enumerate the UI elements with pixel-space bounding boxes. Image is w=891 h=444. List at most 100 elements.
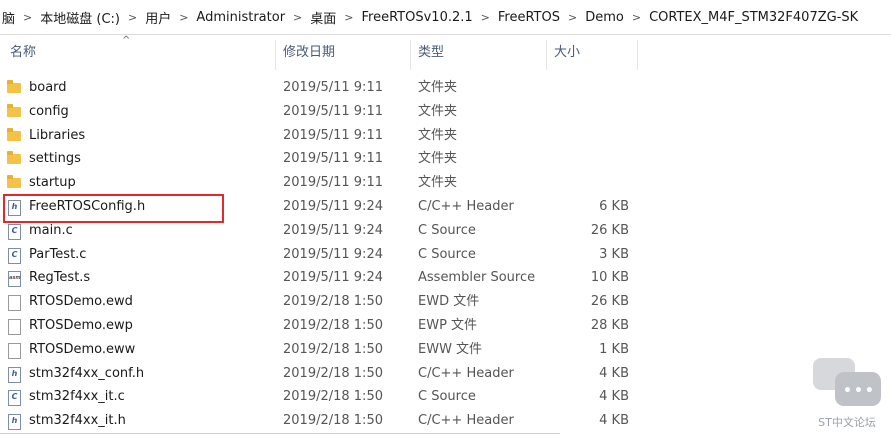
file-size: 4 KB [599, 365, 629, 381]
file-size: 3 KB [599, 246, 629, 262]
folder-icon [6, 103, 22, 120]
file-name: config [29, 103, 69, 119]
file-name: RegTest.s [29, 270, 91, 286]
file-type: Assembler Source [418, 270, 536, 286]
file-date: 2019/2/18 1:50 [283, 341, 383, 357]
list-item[interactable]: asm RegTest.s 2019/5/11 9:24 Assembler Sour… [0, 266, 891, 290]
file-name: RTOSDemo.ewd [29, 294, 133, 310]
folder-icon [6, 80, 22, 96]
list-item[interactable]: RTOSDemo.ewp 2019/2/18 1:50 EWP 文件 28 KB [0, 314, 891, 338]
file-date: 2019/2/18 1:50 [283, 317, 383, 333]
breadcrumb-item[interactable]: 桌面 [308, 8, 342, 27]
file-date: 2019/2/18 1:50 [283, 413, 383, 429]
c-file-glyph: C [8, 390, 21, 407]
h-file-glyph: h [8, 366, 21, 383]
c-file-glyph: C [8, 223, 21, 240]
column-header-size[interactable]: 大小 [554, 34, 580, 70]
file-date: 2019/2/18 1:50 [283, 389, 383, 405]
c-file-icon: C [6, 389, 22, 407]
breadcrumb-separator-icon: > [23, 10, 33, 24]
file-name: startup [29, 175, 76, 191]
list-item[interactable]: settings 2019/5/11 9:11 文件夹 [0, 147, 891, 171]
file-list: board 2019/5/11 9:11 文件夹 config 2019/5/11 9… [0, 76, 891, 433]
file-type: 文件夹 [418, 127, 458, 143]
file-date: 2019/5/11 9:24 [283, 270, 383, 286]
file-type: 文件夹 [418, 80, 458, 95]
file-name: stm32f4xx_it.h [29, 413, 126, 429]
plain-file-icon [6, 342, 22, 359]
file-date: 2019/5/11 9:11 [283, 103, 383, 119]
file-size: 4 KB [599, 389, 629, 405]
file-size: 26 KB [590, 222, 629, 238]
column-header-type[interactable]: 类型 [418, 34, 444, 70]
file-type: 文件夹 [418, 151, 458, 167]
folder-icon [6, 151, 22, 167]
file-name: RTOSDemo.eww [29, 341, 136, 357]
list-item[interactable]: h stm32f4xx_it.h 2019/2/18 1:50 C/C++ Heade… [0, 409, 891, 433]
file-name: Libraries [29, 127, 86, 143]
list-item[interactable]: config 2019/5/11 9:11 文件夹 [0, 100, 891, 124]
breadcrumb-item[interactable]: CORTEX_M4F_STM32F407ZG-SK [647, 10, 864, 25]
file-date: 2019/5/11 9:24 [283, 222, 383, 238]
folder-icon [6, 127, 22, 144]
address-bar[interactable]: 脑 > 本地磁盘 (C:) > 用户 > Administrator > 桌面 > Fre… [0, 0, 891, 35]
highlight-box [3, 194, 224, 223]
column-divider[interactable] [410, 40, 411, 70]
file-name: stm32f4xx_it.c [29, 389, 125, 405]
h-file-icon: h [6, 413, 22, 431]
file-date: 2019/5/11 9:11 [283, 175, 383, 191]
file-size: 6 KB [599, 198, 629, 214]
watermark-text: ST中文论坛 [818, 416, 876, 429]
file-size: 1 KB [599, 341, 629, 357]
file-date: 2019/5/11 9:24 [283, 246, 383, 262]
file-name: stm32f4xx_conf.h [29, 365, 145, 381]
breadcrumb-separator-icon: > [179, 10, 189, 24]
column-header-date[interactable]: 修改日期 [283, 34, 335, 70]
list-item[interactable]: C ParTest.c 2019/5/11 9:24 C Source 3 KB [0, 243, 891, 267]
breadcrumb-separator-icon: > [567, 10, 578, 24]
list-item[interactable]: Cstm32f4xx_it.c 2019/2/18 1:50 C Source 4 K… [0, 385, 891, 409]
divider [0, 433, 560, 434]
breadcrumb-item[interactable]: 本地磁盘 (C:) [38, 8, 126, 27]
list-item[interactable]: h stm32f4xx_conf.h 2019/2/18 1:50 C/C++ Hea… [0, 362, 891, 386]
column-header-name[interactable]: 名称 [10, 34, 36, 70]
file-size: 4 KB [599, 413, 629, 429]
breadcrumb-item[interactable]: FreeRTOSv10.2.1 [360, 10, 479, 25]
file-size: 26 KB [590, 294, 629, 310]
breadcrumb-item[interactable]: 用户 [143, 8, 177, 27]
list-item[interactable]: RTOSDemo.eww 2019/2/18 1:50 EWW 文件 1 KB [0, 338, 891, 362]
breadcrumb-item[interactable]: Demo [583, 10, 630, 25]
c-file-glyph: C [8, 247, 21, 264]
list-item[interactable]: startup 2019/5/11 9:11 文件夹 [0, 171, 891, 195]
list-item[interactable]: board 2019/5/11 9:11 文件夹 [0, 76, 891, 100]
file-date: 2019/5/11 9:24 [283, 198, 383, 214]
breadcrumb-separator-icon: > [127, 10, 138, 24]
list-item[interactable]: Libraries 2019/5/11 9:11 文件夹 [0, 124, 891, 148]
file-type: C Source [418, 389, 476, 405]
watermark-logo: ••• ST中文论坛 [807, 356, 885, 436]
file-type: C Source [418, 246, 476, 262]
c-file-icon: C [6, 247, 22, 264]
breadcrumb-item[interactable]: Administrator [194, 10, 291, 25]
column-header-row: ^ 名称 修改日期 类型 大小 [0, 34, 891, 70]
column-divider[interactable] [275, 40, 276, 70]
file-type: C/C++ Header [418, 365, 514, 381]
breadcrumb-separator-icon: > [631, 10, 642, 24]
file-name: board [29, 80, 67, 95]
file-size: 28 KB [590, 317, 629, 333]
file-type: EWP 文件 [418, 317, 478, 333]
breadcrumb-item[interactable]: FreeRTOS [496, 10, 566, 25]
file-date: 2019/5/11 9:11 [283, 151, 383, 167]
column-divider[interactable] [637, 40, 638, 70]
file-type: C/C++ Header [418, 413, 514, 429]
column-divider[interactable] [546, 40, 547, 70]
file-type: 文件夹 [418, 103, 458, 119]
file-size: 10 KB [590, 270, 629, 286]
file-name: ParTest.c [29, 246, 87, 262]
file-type: EWD 文件 [418, 294, 480, 310]
h-file-glyph: h [8, 414, 21, 431]
breadcrumb-separator-icon: > [293, 10, 303, 24]
list-item[interactable]: RTOSDemo.ewd 2019/2/18 1:50 EWD 文件 26 KB [0, 290, 891, 314]
breadcrumb-item[interactable]: 脑 [0, 8, 21, 27]
file-type: 文件夹 [418, 175, 458, 191]
